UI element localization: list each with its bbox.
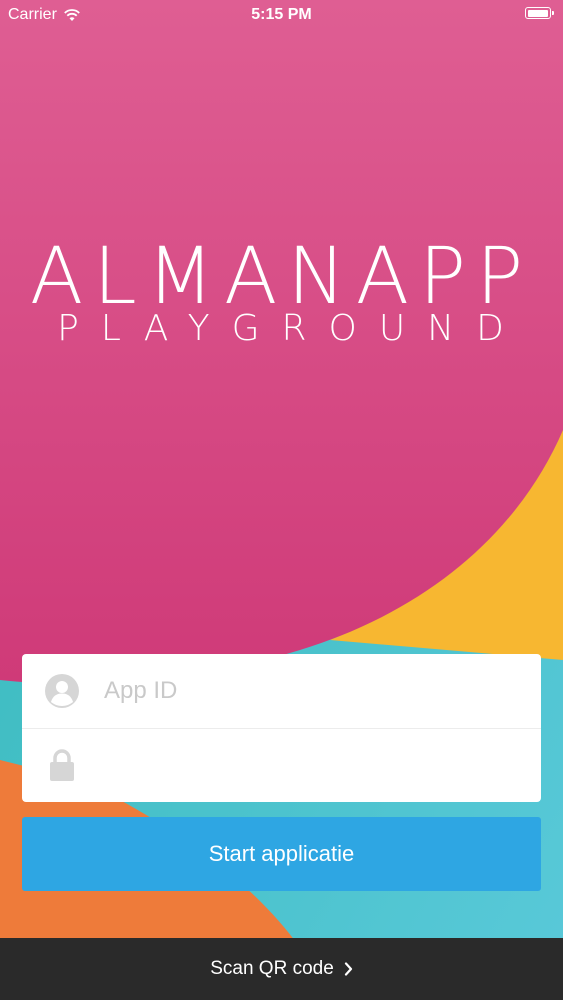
lock-icon <box>50 749 74 781</box>
start-application-button[interactable]: Start applicatie <box>22 817 541 891</box>
status-bar: Carrier 5:15 PM <box>0 0 563 30</box>
user-icon <box>45 674 79 708</box>
scan-qr-label: Scan QR code <box>210 958 334 979</box>
app-id-input[interactable] <box>104 672 525 710</box>
password-input[interactable] <box>104 746 525 784</box>
battery-level <box>527 9 548 17</box>
app-logo-subtitle: PLAYGROUND <box>57 308 526 349</box>
start-button-label: Start applicatie <box>208 841 355 866</box>
scan-qr-code-bar[interactable]: Scan QR code <box>0 938 563 1000</box>
battery-icon <box>525 7 554 19</box>
status-time: 5:15 PM <box>251 6 312 23</box>
password-field[interactable] <box>22 728 541 802</box>
login-form <box>22 654 541 802</box>
chevron-right-icon <box>344 962 352 976</box>
app-id-field[interactable] <box>22 654 541 729</box>
